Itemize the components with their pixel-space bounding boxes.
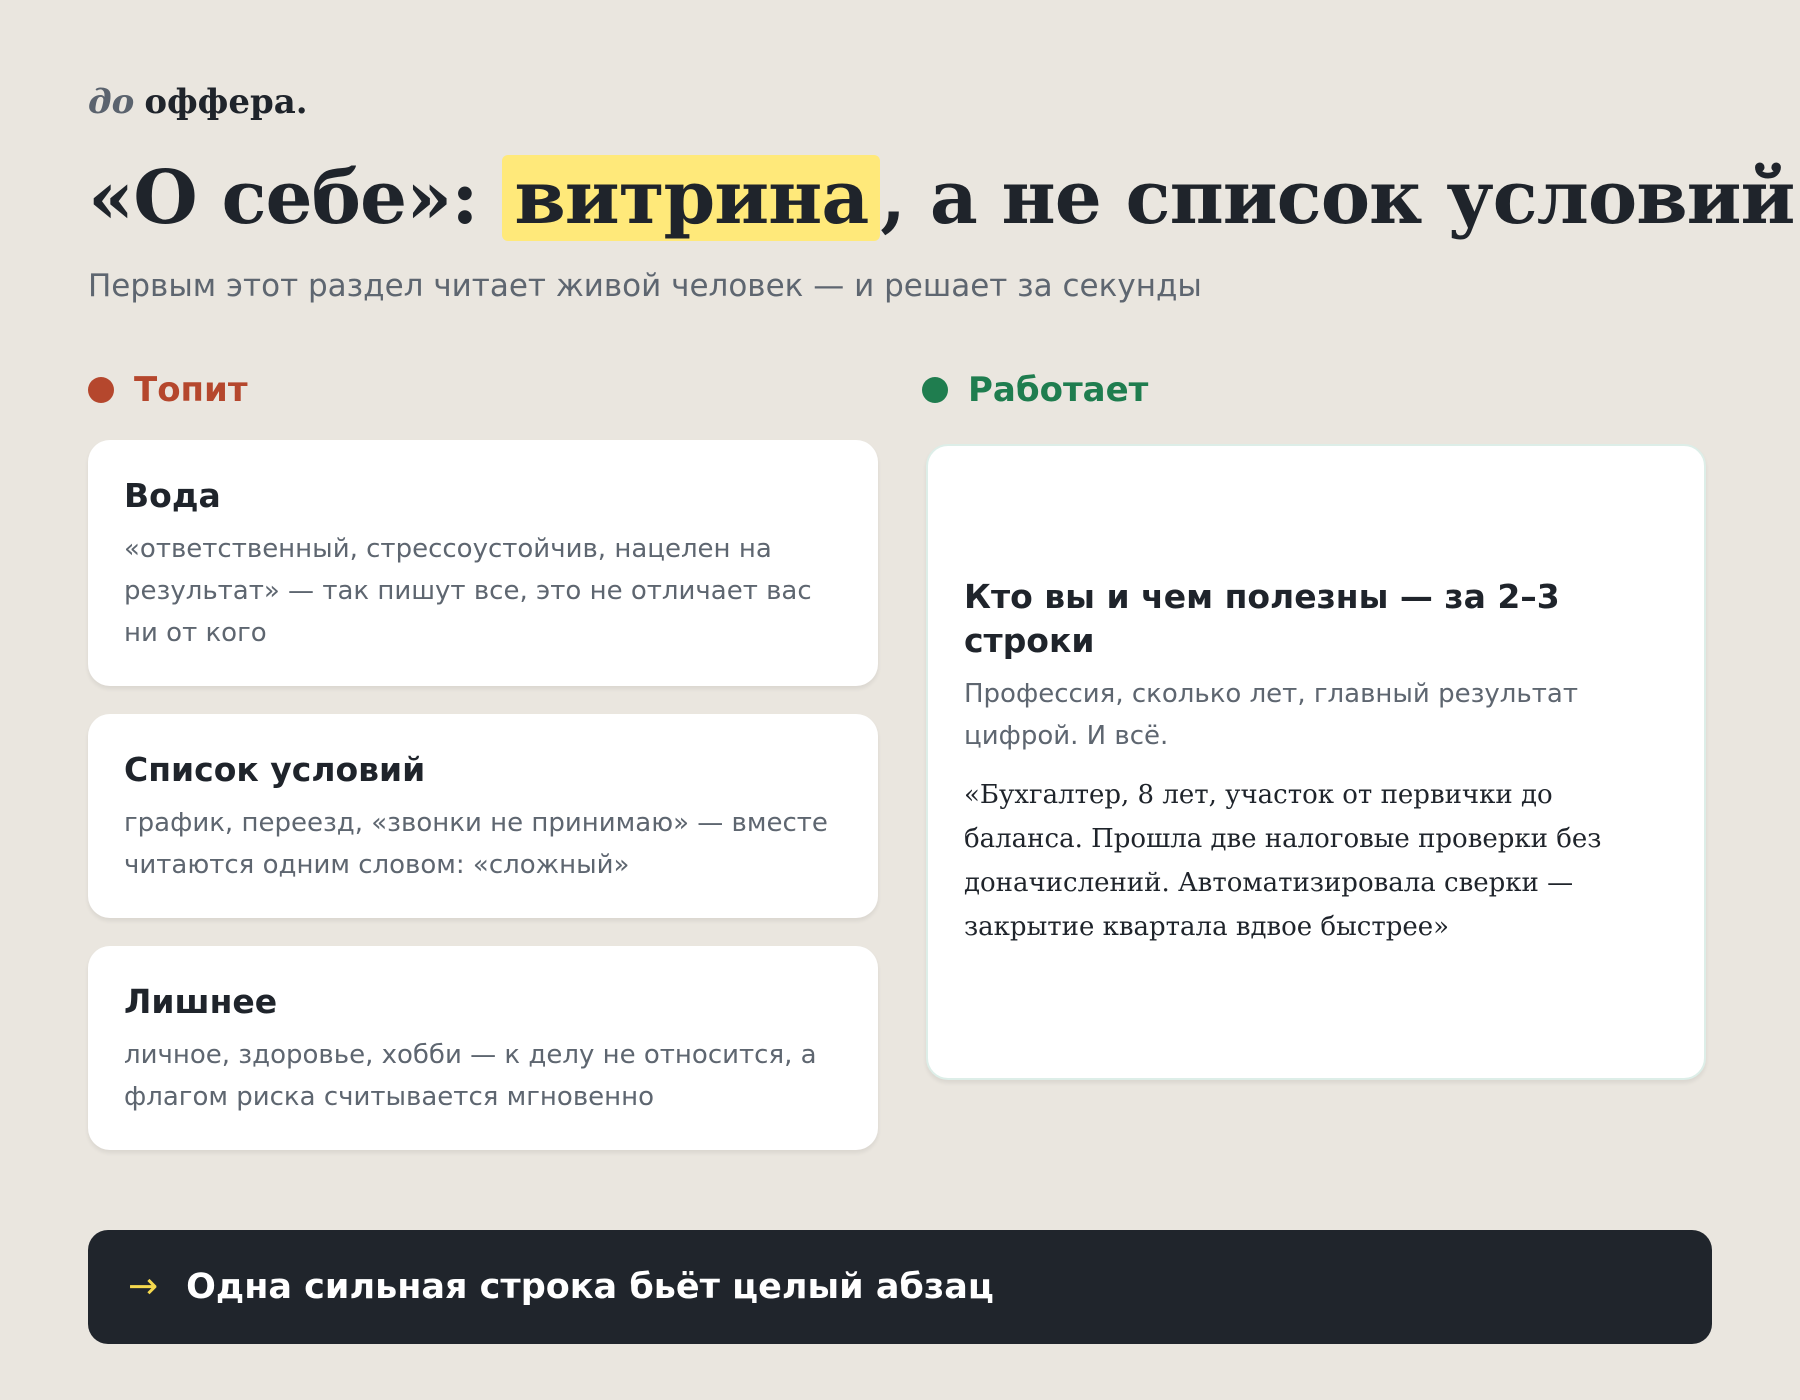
bad-card-water: Вода «ответственный, стрессоустойчив, на… <box>88 440 878 686</box>
good-card-text: Профессия, сколько лет, главный результа… <box>964 679 1578 751</box>
bad-column-header: Топит <box>88 368 248 412</box>
example-quote: «Бухгалтер, 8 лет, участок от первички д… <box>964 780 1602 942</box>
good-column-header: Работает <box>922 368 1148 412</box>
green-dot-icon <box>922 377 948 403</box>
good-card: Кто вы и чем полезны — за 2–3 строки Про… <box>926 444 1706 1080</box>
brand-prefix: до <box>88 82 135 122</box>
card-title: Лишнее <box>124 982 278 1021</box>
title-before: «О себе»: <box>88 155 479 241</box>
footer-banner: → Одна сильная строка бьёт целый абзац <box>88 1230 1712 1344</box>
brand-logo: до оффера. <box>88 80 308 124</box>
red-dot-icon <box>88 377 114 403</box>
good-column-label: Работает <box>968 370 1149 410</box>
page-title: «О себе»: витрина, а не список условий <box>88 150 1795 246</box>
card-text: «ответственный, стрессоустойчив, нацелен… <box>124 534 812 648</box>
bad-card-extra: Лишнее личное, здоровье, хобби — к делу … <box>88 946 878 1150</box>
page: до оффера. «О себе»: витрина, а не список… <box>88 0 1795 1400</box>
bad-card-conditions: Список условий график, переезд, «звонки … <box>88 714 878 918</box>
card-title: Список условий <box>124 750 426 789</box>
card-text: график, переезд, «звонки не принимаю» — … <box>124 808 828 880</box>
arrow-right-icon: → <box>128 1266 159 1307</box>
card-text: личное, здоровье, хобби — к делу не отно… <box>124 1040 817 1112</box>
footer-text: Одна сильная строка бьёт целый абзац <box>186 1267 994 1307</box>
brand-name: оффера. <box>144 82 308 122</box>
title-after: , а не список условий <box>880 155 1795 241</box>
card-title: Вода <box>124 476 221 515</box>
good-card-title: Кто вы и чем полезны — за 2–3 строки <box>964 577 1560 660</box>
page-subtitle: Первым этот раздел читает живой человек … <box>88 268 1202 304</box>
title-highlight: витрина <box>502 155 881 241</box>
bad-column-label: Топит <box>134 370 248 410</box>
